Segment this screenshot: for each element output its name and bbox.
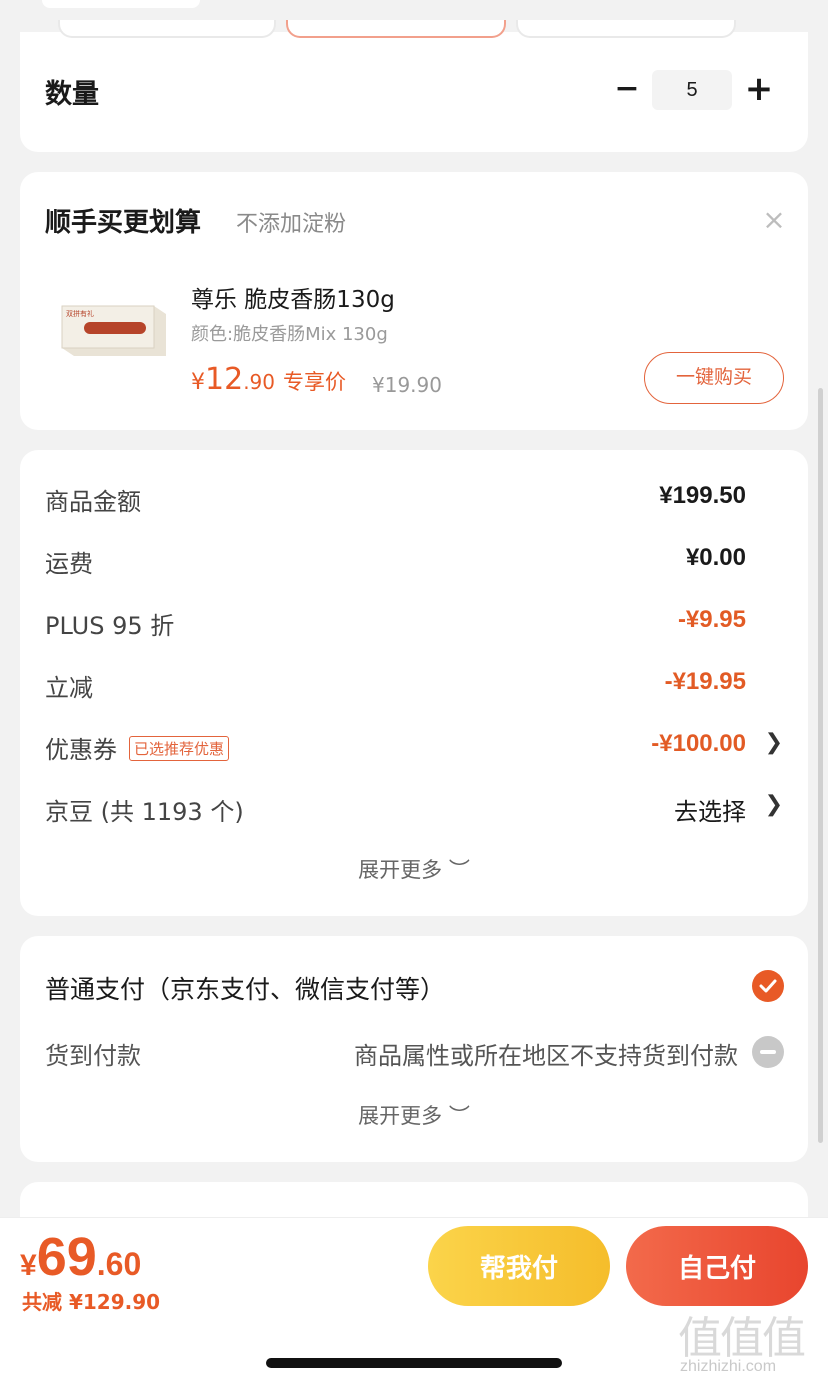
- bundle-title: 顺手买更划算: [45, 208, 202, 238]
- one-click-buy-button[interactable]: 一键购买: [644, 352, 784, 404]
- watermark-logo: 值值值: [678, 1313, 806, 1364]
- product-spec: 颜色:脆皮香肠Mix 130g: [191, 324, 388, 345]
- summary-value: 去选择: [674, 798, 746, 826]
- expand-more-button[interactable]: 展开更多 ︶: [20, 1100, 808, 1130]
- summary-row-instant-discount: 立减 -¥19.95: [45, 664, 783, 704]
- spec-option[interactable]: [58, 20, 276, 38]
- total-symbol: ¥: [20, 1249, 37, 1282]
- next-card-peek: [20, 1182, 808, 1222]
- expand-more-button[interactable]: 展开更多 ︶: [20, 854, 808, 884]
- bundle-subtitle: 不添加淀粉: [236, 212, 347, 237]
- quantity-label: 数量: [45, 79, 99, 110]
- summary-row-plus-discount: PLUS 95 折 -¥9.95: [45, 602, 783, 642]
- total-saved: 共减 ¥129.90: [22, 1290, 161, 1314]
- summary-label: 商品金额: [45, 488, 141, 516]
- chevron-right-icon: ❯: [764, 792, 783, 817]
- summary-row-jd-beans[interactable]: 京豆 (共 1193 个) 去选择 ❯: [45, 788, 783, 828]
- total-price: ¥69.60: [20, 1226, 141, 1288]
- summary-label: 立减: [45, 674, 93, 702]
- price-decimal: .90: [243, 370, 275, 394]
- quantity-input[interactable]: [652, 70, 732, 110]
- product-image[interactable]: 双拼有礼: [54, 300, 166, 358]
- summary-value: ¥0.00: [685, 544, 746, 571]
- spec-option-selected[interactable]: [286, 20, 506, 38]
- original-price: ¥19.90: [372, 373, 442, 397]
- summary-label: 运费: [45, 550, 93, 578]
- quantity-plus-button[interactable]: +: [742, 70, 776, 108]
- self-pay-button[interactable]: 自己付: [626, 1226, 808, 1306]
- quantity-minus-button[interactable]: −: [612, 72, 642, 106]
- summary-label: 优惠券 已选推荐优惠: [45, 730, 230, 765]
- summary-value: -¥19.95: [664, 668, 746, 695]
- product-price: ¥12.90 专享价: [191, 362, 346, 397]
- spec-option[interactable]: [516, 20, 736, 38]
- summary-value: -¥9.95: [677, 606, 746, 633]
- home-indicator[interactable]: [266, 1358, 562, 1368]
- product-image-text: 双拼有礼: [66, 309, 94, 318]
- summary-value: ¥199.50: [659, 482, 746, 509]
- watermark-url: zhizhizhi.com: [680, 1358, 777, 1375]
- bundle-card: 顺手买更划算 不添加淀粉 × 双拼有礼 尊乐 脆皮香肠130g 颜色:脆皮香肠M…: [20, 172, 808, 430]
- cod-unavailable-note: 商品属性或所在地区不支持货到付款: [354, 1042, 738, 1070]
- summary-row-coupon[interactable]: 优惠券 已选推荐优惠 -¥100.00 ❯: [45, 726, 783, 766]
- price-symbol: ¥: [191, 370, 205, 395]
- price-integer: 12: [205, 362, 244, 397]
- total-integer: 69: [36, 1227, 97, 1287]
- order-summary-card: 商品金额 ¥199.50 运费 ¥0.00 PLUS 95 折 -¥9.95 立…: [20, 450, 808, 916]
- scrollbar[interactable]: [818, 388, 823, 1143]
- payment-card: 普通支付（京东支付、微信支付等） 货到付款 商品属性或所在地区不支持货到付款 展…: [20, 936, 808, 1162]
- disabled-icon: [752, 1036, 784, 1068]
- summary-value: -¥100.00: [651, 730, 746, 757]
- summary-label: 京豆 (共 1193 个): [45, 798, 244, 826]
- close-icon[interactable]: ×: [762, 206, 786, 234]
- summary-row-goods-amount: 商品金额 ¥199.50: [45, 478, 783, 518]
- product-name[interactable]: 尊乐 脆皮香肠130g: [191, 280, 395, 314]
- bottom-checkout-bar: ¥69.60 共减 ¥129.90 帮我付 自己付 值值值 zhizhizhi.…: [0, 1217, 828, 1385]
- coupon-badge: 已选推荐优惠: [129, 735, 230, 761]
- summary-row-shipping: 运费 ¥0.00: [45, 540, 783, 580]
- payment-option-cod: 货到付款: [45, 1042, 141, 1070]
- partial-chip: [42, 0, 200, 8]
- check-icon[interactable]: [752, 970, 784, 1002]
- help-pay-button[interactable]: 帮我付: [428, 1226, 610, 1306]
- quantity-card: 数量 − +: [20, 20, 808, 152]
- chevron-right-icon: ❯: [764, 730, 783, 755]
- price-tag: 专享价: [283, 370, 346, 394]
- total-decimal: .60: [96, 1246, 142, 1282]
- coupon-label: 优惠券: [45, 736, 117, 764]
- summary-label: PLUS 95 折: [45, 612, 175, 640]
- payment-option-normal[interactable]: 普通支付（京东支付、微信支付等）: [45, 970, 445, 1006]
